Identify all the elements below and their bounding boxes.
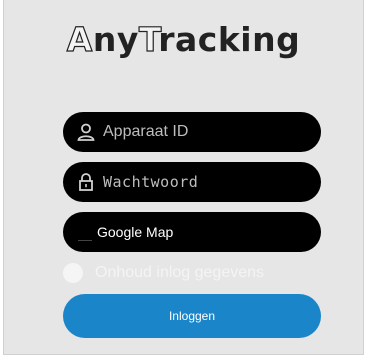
user-icon (75, 121, 97, 143)
app-logo: AnyTracking (66, 19, 301, 59)
login-button[interactable]: Inloggen (63, 294, 321, 338)
password-input[interactable] (103, 173, 303, 191)
select-divider (78, 240, 92, 241)
remember-label: Onhoud inlog gegevens (95, 264, 265, 281)
login-screen: AnyTracking Google Map Onhoud inlog gege… (3, 0, 364, 355)
map-select[interactable]: Google Map (63, 212, 321, 252)
remember-radio[interactable] (63, 263, 83, 283)
remember-login[interactable]: Onhoud inlog gegevens (63, 263, 264, 283)
device-id-input[interactable] (103, 123, 303, 141)
map-select-value: Google Map (97, 224, 174, 240)
device-id-field[interactable] (63, 112, 321, 152)
password-field[interactable] (63, 162, 321, 202)
lock-icon (75, 171, 97, 193)
